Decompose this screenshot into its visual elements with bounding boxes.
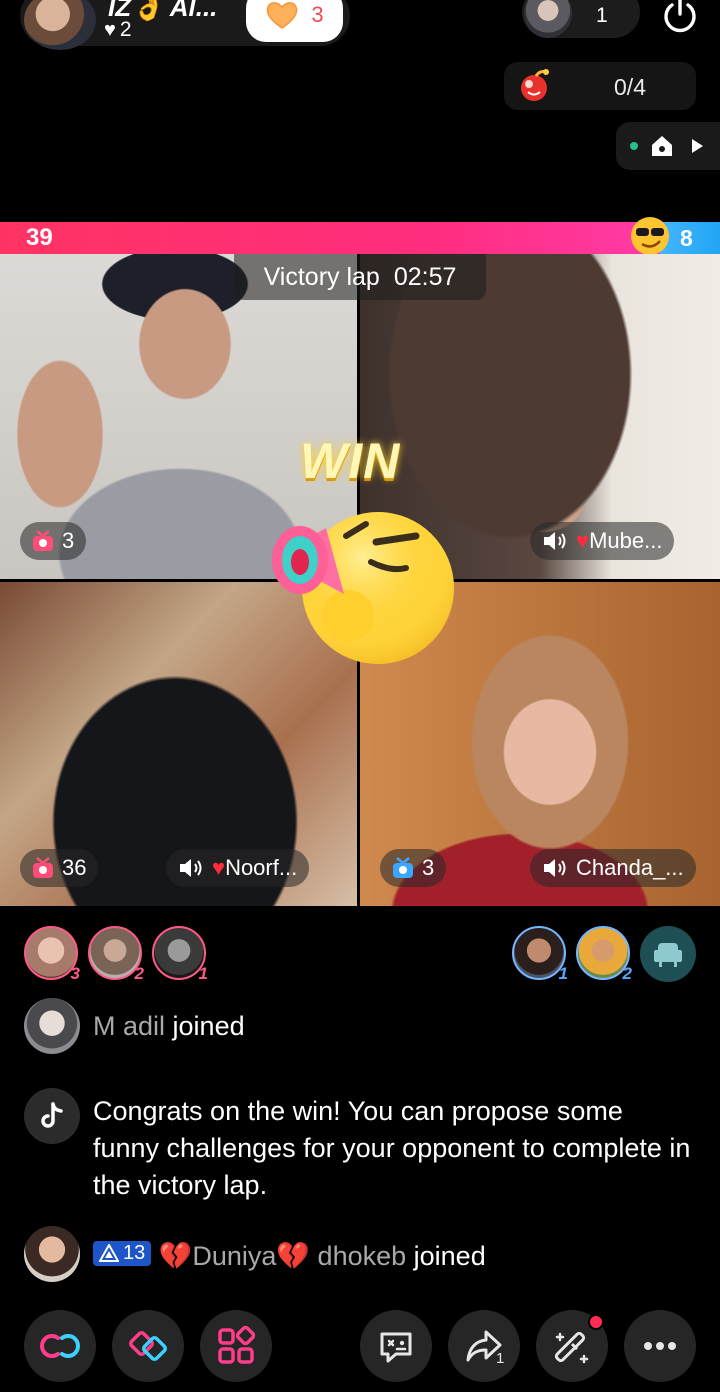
host-likes: ♥ 2 — [104, 18, 132, 42]
red-heart-icon: ♥ — [576, 528, 590, 553]
gifter-rank: 3 — [70, 964, 80, 983]
tile-3-gift-chip[interactable]: 36 — [20, 849, 99, 887]
gift-box-icon — [33, 530, 53, 551]
level-number: 13 — [123, 1241, 146, 1264]
apps-grid-icon — [218, 1326, 256, 1364]
timer-value: 02:57 — [393, 262, 457, 291]
opponent-gifter-avatar[interactable]: 2 — [576, 926, 632, 983]
gifter-rank: 1 — [198, 964, 208, 983]
viewer-count: 1 — [596, 4, 608, 27]
timer-label: Victory lap — [263, 262, 380, 291]
chat-join-message: M adil joined — [93, 1011, 245, 1042]
game-chat-icon — [380, 1332, 412, 1363]
play-arrow-icon[interactable] — [690, 138, 704, 154]
gifter-rank: 2 — [622, 964, 632, 983]
top-gifter-avatar[interactable]: 2 — [88, 926, 144, 983]
score-right: 8 — [680, 225, 693, 251]
system-message: Congrats on the win! You can propose som… — [93, 1096, 691, 1200]
live-goal-pill[interactable]: 0/4 — [504, 62, 696, 110]
chat-action: joined — [172, 1011, 245, 1041]
win-label: WIN — [300, 433, 401, 489]
more-dots-icon — [644, 1342, 676, 1350]
tile-4-gift-count: 3 — [422, 855, 435, 880]
home-icon[interactable] — [650, 134, 674, 158]
share-button[interactable]: 1 — [448, 1310, 520, 1382]
level-badge: 13 — [93, 1240, 152, 1266]
gift-box-icon — [33, 857, 53, 878]
speaker-icon — [544, 532, 566, 550]
gifter-rank: 1 — [558, 964, 568, 983]
apps-button[interactable] — [200, 1310, 272, 1382]
battle-icon — [128, 1330, 168, 1362]
empty-seat-button[interactable] — [640, 926, 696, 982]
magic-wand-icon — [554, 1331, 589, 1364]
battle-score-bar — [0, 222, 720, 254]
linked-rings-icon — [40, 1334, 80, 1358]
notification-dot — [588, 1314, 604, 1330]
more-button[interactable] — [624, 1310, 696, 1382]
follow-button[interactable]: 3 — [246, 0, 343, 42]
gifter-rank: 2 — [134, 964, 144, 983]
tile-4-name-chip[interactable]: Chanda_... — [530, 849, 696, 887]
tiktok-icon — [24, 1088, 80, 1144]
armchair-icon — [654, 943, 682, 967]
chat-avatar[interactable] — [24, 998, 80, 1054]
red-heart-icon: ♥ — [212, 855, 226, 880]
top-gifter-avatar[interactable]: 3 — [24, 926, 80, 983]
chat-username[interactable]: 💔Duniya💔 dhokeb — [159, 1241, 406, 1271]
goal-progress: 0/4 — [614, 74, 646, 100]
gift-box-blue-icon — [393, 857, 413, 878]
tile-1-gift-chip[interactable]: 3 — [20, 522, 87, 560]
sunglasses-emoji-icon — [631, 217, 669, 255]
chat-avatar[interactable] — [24, 1226, 80, 1282]
top-gifter-avatar[interactable]: 1 — [152, 926, 208, 983]
tile-3-name-chip[interactable]: ♥ Noorf... — [166, 849, 310, 887]
chat-action: joined — [413, 1241, 486, 1271]
share-count: 1 — [496, 1350, 505, 1367]
chat-join-message: 13 💔Duniya💔 dhokeb joined — [93, 1240, 486, 1272]
tile-4-gift-chip[interactable]: 3 — [380, 849, 447, 887]
orange-heart-icon — [267, 2, 298, 29]
chat-username[interactable]: M adil — [93, 1011, 165, 1041]
opponent-gifter-avatar[interactable]: 1 — [512, 926, 568, 983]
speaker-icon — [180, 859, 202, 877]
follow-count: 3 — [311, 2, 324, 27]
victory-lap-timer: Victory lap 02:57 — [234, 254, 486, 300]
score-left: 39 — [26, 224, 53, 251]
multi-guest-button[interactable] — [24, 1310, 96, 1382]
live-dot-icon — [630, 142, 638, 150]
tile-3-name: Noorf... — [225, 855, 298, 880]
tile-3-gift-count: 36 — [62, 855, 87, 880]
power-icon[interactable] — [658, 0, 702, 38]
party-horn-emoji-icon — [272, 512, 454, 664]
tile-4-name: Chanda_... — [576, 855, 684, 880]
tile-1-gift-count: 3 — [62, 528, 75, 553]
tile-2-name: Mube... — [589, 528, 663, 553]
tile-2-name-chip[interactable]: ♥ Mube... — [530, 522, 675, 560]
interaction-button[interactable] — [360, 1310, 432, 1382]
triangle-level-icon — [99, 1244, 119, 1262]
heart-icon: ♥ — [104, 18, 116, 41]
host-likes-count: 2 — [119, 18, 132, 41]
speaker-icon — [544, 859, 566, 877]
battle-button[interactable] — [112, 1310, 184, 1382]
